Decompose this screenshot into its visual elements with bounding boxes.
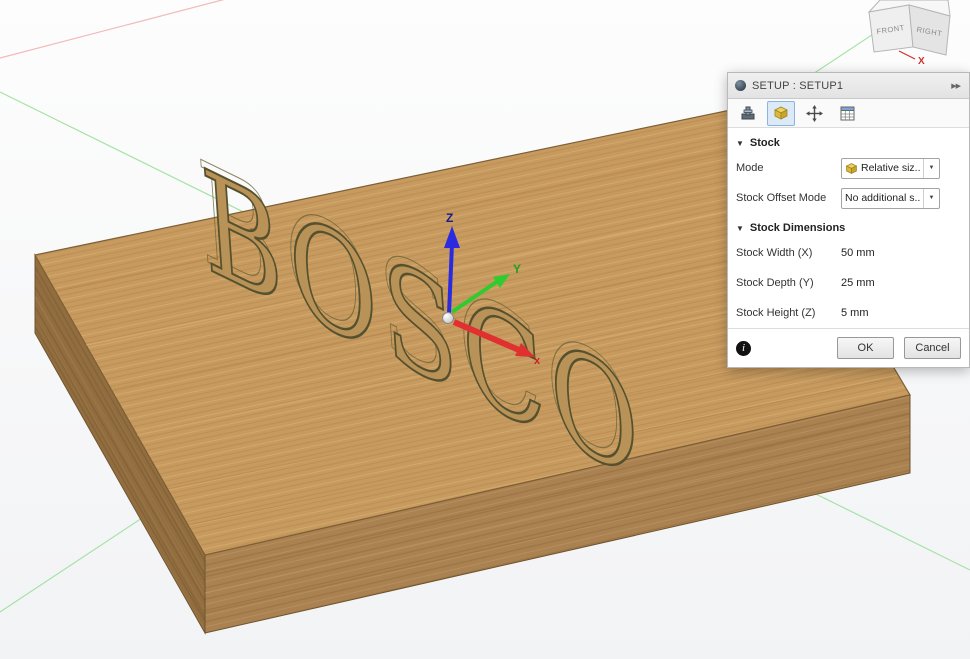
dialog-tabbar <box>728 99 969 128</box>
info-icon[interactable]: i <box>736 341 751 356</box>
collapse-panel-icon[interactable]: ▶▶ <box>949 80 962 92</box>
stock-dimensions-title: Stock Dimensions <box>750 222 845 234</box>
stock-width-row: Stock Width (X) 50 mm <box>728 238 969 268</box>
stock-section-title: Stock <box>750 137 780 149</box>
setup-sphere-icon <box>735 80 746 91</box>
relative-size-box-icon <box>845 162 858 175</box>
viewcube-x-axis-label: X <box>918 56 925 67</box>
chevron-down-icon[interactable]: ▼ <box>923 189 939 208</box>
dialog-header[interactable]: SETUP : SETUP1 ▶▶ <box>728 73 969 99</box>
stock-dimensions-header[interactable]: ▼ Stock Dimensions <box>728 213 969 238</box>
z-axis-label: Z <box>446 211 453 225</box>
stock-offset-mode-value: No additional s... <box>845 192 920 204</box>
dialog-footer: i OK Cancel <box>728 328 969 367</box>
y-axis-label: Y <box>513 262 521 276</box>
stock-offset-mode-dropdown[interactable]: No additional s... ▼ <box>841 188 940 209</box>
dialog-title: SETUP : SETUP1 <box>752 80 943 92</box>
stock-offset-mode-label: Stock Offset Mode <box>736 192 841 204</box>
tab-position[interactable] <box>800 101 828 126</box>
move-arrows-icon <box>806 105 823 122</box>
stock-box-icon <box>773 105 789 121</box>
mode-dropdown[interactable]: Relative siz... ▼ <box>841 158 940 179</box>
stock-height-value: 5 mm <box>841 307 869 319</box>
stock-section: ▼ Stock Mode Relative siz... ▼ <box>728 128 969 213</box>
stock-dimensions-section: ▼ Stock Dimensions Stock Width (X) 50 mm… <box>728 213 969 328</box>
tab-setup[interactable] <box>734 101 762 126</box>
stock-depth-label: Stock Depth (Y) <box>736 277 841 289</box>
grid-icon <box>840 106 855 121</box>
stock-offset-mode-row: Stock Offset Mode No additional s... ▼ <box>728 183 969 213</box>
stock-section-header[interactable]: ▼ Stock <box>728 128 969 153</box>
collapse-triangle-icon: ▼ <box>736 139 744 148</box>
machine-icon <box>740 105 756 121</box>
stock-depth-value: 25 mm <box>841 277 875 289</box>
viewcube-x-axis-line <box>899 51 915 59</box>
mode-label: Mode <box>736 162 841 174</box>
origin-point[interactable] <box>443 313 454 324</box>
viewcube[interactable]: FRONT RIGHT X <box>869 0 950 67</box>
tab-stock[interactable] <box>767 101 795 126</box>
stock-width-label: Stock Width (X) <box>736 247 841 259</box>
cancel-button[interactable]: Cancel <box>904 337 961 359</box>
mode-row: Mode Relative siz... ▼ <box>728 153 969 183</box>
tab-post-process[interactable] <box>833 101 861 126</box>
stock-height-row: Stock Height (Z) 5 mm <box>728 298 969 328</box>
mode-dropdown-value: Relative siz... <box>861 162 920 174</box>
fusion-cam-workspace: BOSCO BOSCO Z Y x FRONT RIGHT <box>0 0 970 659</box>
x-axis-label: x <box>534 355 541 367</box>
ok-button[interactable]: OK <box>837 337 894 359</box>
setup-dialog: SETUP : SETUP1 ▶▶ <box>727 72 970 368</box>
stock-height-label: Stock Height (Z) <box>736 307 841 319</box>
collapse-triangle-icon: ▼ <box>736 224 744 233</box>
stock-width-value: 50 mm <box>841 247 875 259</box>
chevron-down-icon[interactable]: ▼ <box>923 159 939 178</box>
stock-depth-row: Stock Depth (Y) 25 mm <box>728 268 969 298</box>
